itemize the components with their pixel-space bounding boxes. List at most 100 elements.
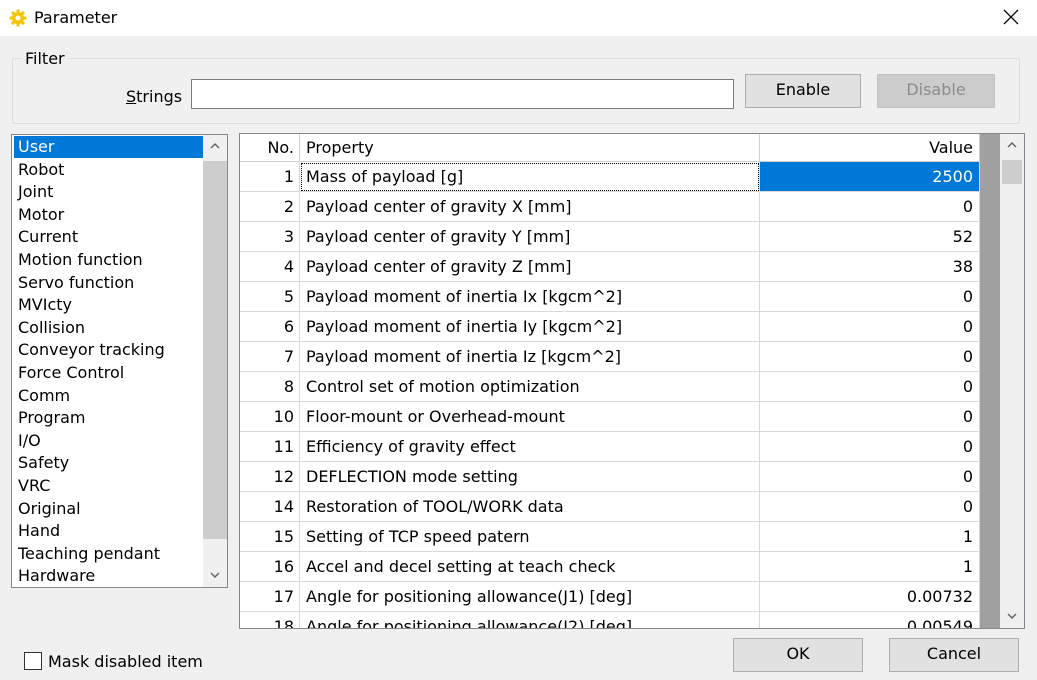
property-cell[interactable]: Mass of payload [g] [300,162,760,192]
category-item[interactable]: User [14,136,203,158]
value-cell[interactable]: 38 [760,252,980,282]
header-no[interactable]: No. [240,134,300,162]
value-cell[interactable]: 2500 [760,162,980,192]
property-cell[interactable]: Setting of TCP speed patern [300,522,760,552]
row-number-cell[interactable]: 2 [240,192,300,222]
disable-button[interactable]: Disable [877,74,995,108]
table-row[interactable]: 1 Mass of payload [g] 2500 [240,162,1000,192]
grid-scroll-up-icon[interactable] [1000,134,1024,156]
value-cell[interactable]: 0 [760,282,980,312]
category-item[interactable]: Comm [14,385,203,407]
value-cell[interactable]: 0 [760,432,980,462]
row-number-cell[interactable]: 7 [240,342,300,372]
row-number-cell[interactable]: 3 [240,222,300,252]
category-item[interactable]: Motion function [14,249,203,271]
value-cell[interactable]: 0 [760,492,980,522]
table-row[interactable]: 14 Restoration of TOOL/WORK data 0 [240,492,1000,522]
category-item[interactable]: Robot [14,159,203,181]
row-number-cell[interactable]: 10 [240,402,300,432]
row-number-cell[interactable]: 14 [240,492,300,522]
property-cell[interactable]: DEFLECTION mode setting [300,462,760,492]
category-list[interactable]: User Robot Joint Motor Current Motion functio… [11,134,228,588]
table-row[interactable]: 15 Setting of TCP speed patern 1 [240,522,1000,552]
category-item[interactable]: Collision [14,317,203,339]
value-cell[interactable]: 0.00732 [760,582,980,612]
strings-input[interactable] [191,79,734,109]
table-row[interactable]: 7 Payload moment of inertia Iz [kgcm^2] 0 [240,342,1000,372]
category-scrollbar[interactable] [203,135,227,587]
table-row[interactable]: 10 Floor-mount or Overhead-mount 0 [240,402,1000,432]
category-item[interactable]: Hardware [14,565,203,587]
category-item[interactable]: VRC [14,475,203,497]
row-number-cell[interactable]: 15 [240,522,300,552]
scroll-down-icon[interactable] [203,565,227,587]
enable-button[interactable]: Enable [745,74,861,108]
property-cell[interactable]: Payload moment of inertia Ix [kgcm^2] [300,282,760,312]
table-row[interactable]: 6 Payload moment of inertia Iy [kgcm^2] 0 [240,312,1000,342]
header-value[interactable]: Value [760,134,980,162]
category-item[interactable]: Hand [14,520,203,542]
row-number-cell[interactable]: 5 [240,282,300,312]
value-cell[interactable]: 0.00549 [760,612,980,628]
cancel-button[interactable]: Cancel [889,638,1019,672]
value-cell[interactable]: 0 [760,192,980,222]
category-item[interactable]: Force Control [14,362,203,384]
property-cell[interactable]: Payload center of gravity Y [mm] [300,222,760,252]
mask-disabled-label[interactable]: Mask disabled item [48,652,203,671]
category-item[interactable]: Program [14,407,203,429]
row-number-cell[interactable]: 16 [240,552,300,582]
grid-scroll-thumb[interactable] [1002,160,1022,184]
property-cell[interactable]: Efficiency of gravity effect [300,432,760,462]
value-cell[interactable]: 0 [760,402,980,432]
value-cell[interactable]: 0 [760,312,980,342]
table-row[interactable]: 5 Payload moment of inertia Ix [kgcm^2] 0 [240,282,1000,312]
category-item[interactable]: Original [14,498,203,520]
row-number-cell[interactable]: 12 [240,462,300,492]
property-cell[interactable]: Floor-mount or Overhead-mount [300,402,760,432]
parameter-grid[interactable]: No. Property Value 1 Mass of payload [g] 2… [239,133,1025,629]
table-row[interactable]: 4 Payload center of gravity Z [mm] 38 [240,252,1000,282]
row-number-cell[interactable]: 18 [240,612,300,628]
row-number-cell[interactable]: 6 [240,312,300,342]
property-cell[interactable]: Accel and decel setting at teach check [300,552,760,582]
category-item[interactable]: I/O [14,430,203,452]
grid-scrollbar[interactable] [1000,134,1024,628]
row-number-cell[interactable]: 17 [240,582,300,612]
table-row[interactable]: 18 Angle for positioning allowance(J2) [d… [240,612,1000,628]
value-cell[interactable]: 1 [760,522,980,552]
category-item[interactable]: Current [14,226,203,248]
category-item[interactable]: Teaching pendant [14,543,203,565]
table-row[interactable]: 11 Efficiency of gravity effect 0 [240,432,1000,462]
row-number-cell[interactable]: 1 [240,162,300,192]
category-scroll-thumb[interactable] [203,161,227,539]
row-number-cell[interactable]: 4 [240,252,300,282]
category-item[interactable]: Motor [14,204,203,226]
scroll-up-icon[interactable] [203,135,227,157]
category-item[interactable]: MVIcty [14,294,203,316]
table-row[interactable]: 17 Angle for positioning allowance(J1) [d… [240,582,1000,612]
table-row[interactable]: 3 Payload center of gravity Y [mm] 52 [240,222,1000,252]
mask-disabled-checkbox[interactable] [24,652,42,670]
property-cell[interactable]: Payload center of gravity Z [mm] [300,252,760,282]
table-row[interactable]: 2 Payload center of gravity X [mm] 0 [240,192,1000,222]
row-number-cell[interactable]: 8 [240,372,300,402]
category-item[interactable]: Servo function [14,272,203,294]
property-cell[interactable]: Angle for positioning allowance(J2) [deg… [300,612,760,628]
ok-button[interactable]: OK [733,638,863,672]
property-cell[interactable]: Payload center of gravity X [mm] [300,192,760,222]
property-cell[interactable]: Angle for positioning allowance(J1) [deg… [300,582,760,612]
property-cell[interactable]: Restoration of TOOL/WORK data [300,492,760,522]
header-property[interactable]: Property [300,134,760,162]
value-cell[interactable]: 0 [760,462,980,492]
property-cell[interactable]: Payload moment of inertia Iy [kgcm^2] [300,312,760,342]
value-cell[interactable]: 52 [760,222,980,252]
grid-scroll-down-icon[interactable] [1000,606,1024,628]
table-row[interactable]: 16 Accel and decel setting at teach check… [240,552,1000,582]
value-cell[interactable]: 1 [760,552,980,582]
category-item[interactable]: Safety [14,452,203,474]
category-item[interactable]: Joint [14,181,203,203]
table-row[interactable]: 12 DEFLECTION mode setting 0 [240,462,1000,492]
close-icon[interactable] [1003,6,1023,28]
property-cell[interactable]: Payload moment of inertia Iz [kgcm^2] [300,342,760,372]
table-row[interactable]: 8 Control set of motion optimization 0 [240,372,1000,402]
